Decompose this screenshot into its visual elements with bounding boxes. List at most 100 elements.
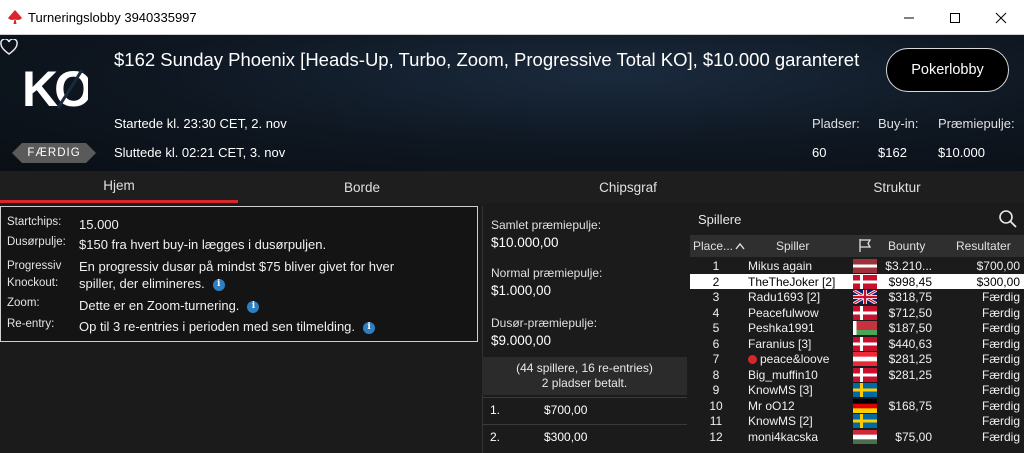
- info-value: En progressiv dusør på mindst $75 bliver…: [79, 258, 394, 292]
- player-row[interactable]: 2 TheTheJoker [2] $998,45 $300,00: [690, 273, 1024, 289]
- player-result: $700,00: [976, 259, 1020, 273]
- player-row[interactable]: 10 Mr oO12 $168,75 Færdig: [690, 398, 1024, 414]
- player-row[interactable]: 4 Peacefulwow $712,50 Færdig: [690, 305, 1024, 321]
- info-value-text: Op til 3 re-entries i perioden med sen t…: [79, 319, 356, 334]
- sort-ascending-icon: [735, 242, 745, 250]
- info-value: Op til 3 re-entries i perioden med sen t…: [79, 318, 376, 335]
- player-name-text: Mikus again: [748, 259, 813, 273]
- close-button[interactable]: [978, 0, 1024, 35]
- player-row[interactable]: 7 peace&loove $281,25 Færdig: [690, 351, 1024, 367]
- denmark-flag-icon: [853, 274, 877, 289]
- player-search-placeholder: Spillere: [698, 212, 742, 227]
- player-place: 3: [712, 290, 720, 304]
- player-row[interactable]: 8 Big_muffin10 $281,25 Færdig: [690, 367, 1024, 383]
- player-name: Peacefulwow: [748, 306, 819, 320]
- col-bounty[interactable]: Bounty: [888, 239, 925, 253]
- player-bounty: $281,25: [888, 367, 932, 382]
- sweden-flag-icon: [853, 383, 877, 397]
- info-value-line: spiller, der elimineres.: [79, 276, 205, 291]
- player-place: 7: [712, 352, 720, 366]
- tab-chipsgraf[interactable]: Chipsgraf: [486, 171, 770, 203]
- info-value-line: En progressiv dusør på mindst $75 bliver…: [79, 259, 395, 274]
- info-label-line: Progressiv: [7, 260, 62, 272]
- player-name-text: KnowMS [3]: [748, 383, 813, 397]
- player-name: moni4kacska: [748, 430, 818, 444]
- player-name-text: moni4kacska: [748, 429, 819, 444]
- info-progressive-ko: Progressiv Knockout: En progressiv dusør …: [7, 258, 394, 292]
- player-search-field[interactable]: Spillere: [690, 206, 1024, 233]
- latvia-flag-icon: [853, 259, 877, 273]
- col-flag[interactable]: [858, 238, 872, 256]
- seats-value: 60: [812, 145, 827, 160]
- player-row[interactable]: 1 Mikus again $3.210... $700,00: [690, 258, 1024, 274]
- info-icon[interactable]: i: [363, 321, 376, 334]
- players-table-header: Place... Spiller Bounty Resultater: [690, 235, 1024, 257]
- total-prize-value: $10.000,00: [491, 235, 559, 250]
- ko-logo: KO: [22, 61, 88, 112]
- player-bounty: $998,45: [888, 274, 932, 289]
- uk-flag-icon: [852, 288, 878, 306]
- player-result: Færdig: [981, 414, 1020, 428]
- info-label-line: Knockout:: [7, 277, 59, 289]
- favorite-heart-icon[interactable]: [0, 39, 18, 55]
- tab-borde[interactable]: Borde: [238, 171, 486, 203]
- col-place[interactable]: Place...: [693, 239, 745, 253]
- start-time: Startede kl. 23:30 CET, 2. nov: [114, 116, 287, 131]
- player-bounty: $440,63: [888, 336, 932, 351]
- prizepool-value: $10.000: [938, 145, 985, 160]
- player-name: TheTheJoker [2]: [748, 275, 835, 289]
- player-result: Færdig: [981, 367, 1020, 382]
- sweden-flag-icon: [853, 414, 877, 428]
- player-place: 1: [712, 259, 720, 273]
- player-place: 5: [712, 321, 720, 335]
- player-row[interactable]: 5 Peshka1991 $187,50 Færdig: [690, 320, 1024, 336]
- tournament-info-panel: Startchips: 15.000 Dusørpulje: $150 fra …: [0, 206, 478, 342]
- player-result: Færdig: [981, 321, 1020, 335]
- ko-logo-text: KO: [22, 61, 88, 112]
- payout-row: 1. $700,00: [482, 397, 687, 421]
- info-icon[interactable]: i: [247, 300, 260, 313]
- tab-struktur[interactable]: Struktur: [770, 171, 1024, 203]
- info-label: Dusørpulje:: [7, 236, 66, 248]
- player-bounty: $168,75: [888, 398, 932, 413]
- col-player[interactable]: Spiller: [776, 239, 809, 253]
- player-row[interactable]: 6 Faranius [3] $440,63 Færdig: [690, 336, 1024, 352]
- normal-prize-label: Normal præmiepulje:: [491, 266, 603, 280]
- normal-prize-value: $1.000,00: [491, 283, 552, 298]
- buyin-label: Buy-in:: [878, 116, 919, 131]
- player-name-text: Radu1693 [2]: [748, 290, 821, 304]
- player-result: Færdig: [981, 336, 1020, 351]
- bounty-prize-value: $9.000,00: [491, 333, 552, 348]
- info-icon[interactable]: i: [212, 278, 225, 291]
- player-row[interactable]: 12 moni4kacska $75,00 Færdig: [690, 429, 1024, 445]
- player-name-text: Peacefulwow: [748, 305, 819, 320]
- denmark-flag-icon: [853, 367, 877, 382]
- col-place-label: Place...: [693, 239, 734, 253]
- close-icon: [995, 12, 1007, 23]
- maximize-icon: [950, 12, 960, 23]
- tab-hjem[interactable]: Hjem: [0, 171, 238, 203]
- player-name-text: TheTheJoker [2]: [748, 274, 836, 289]
- player-row[interactable]: 11 KnowMS [2] Færdig: [690, 413, 1024, 429]
- maximize-button[interactable]: [932, 0, 978, 35]
- payout-amount: $700,00: [544, 403, 588, 417]
- player-place: 11: [709, 414, 723, 428]
- status-badge: FÆRDIG: [12, 143, 96, 163]
- pokerlobby-button[interactable]: Pokerlobby: [886, 48, 1009, 92]
- payout-place: 1.: [490, 403, 501, 417]
- col-results[interactable]: Resultater: [956, 239, 1011, 253]
- player-row[interactable]: 3 Radu1693 [2] $318,75 Færdig: [690, 288, 1024, 306]
- player-name: Peshka1991: [748, 321, 815, 335]
- austria-flag-icon: [853, 352, 877, 367]
- player-row[interactable]: 9 KnowMS [3] Færdig: [690, 382, 1024, 398]
- player-result: Færdig: [981, 398, 1020, 413]
- payout-row: 2. $300,00: [482, 424, 687, 448]
- tab-bar: Hjem Borde Chipsgraf Struktur: [0, 171, 1024, 203]
- player-place: 9: [712, 383, 720, 397]
- minimize-button[interactable]: [886, 0, 932, 35]
- denmark-flag-icon: [853, 336, 877, 351]
- info-label: Zoom:: [7, 297, 40, 309]
- search-icon[interactable]: [998, 209, 1018, 229]
- players-panel: Spillere Place... Spiller Bounty Resulta…: [690, 206, 1024, 453]
- pokerstars-star-icon: [748, 355, 757, 364]
